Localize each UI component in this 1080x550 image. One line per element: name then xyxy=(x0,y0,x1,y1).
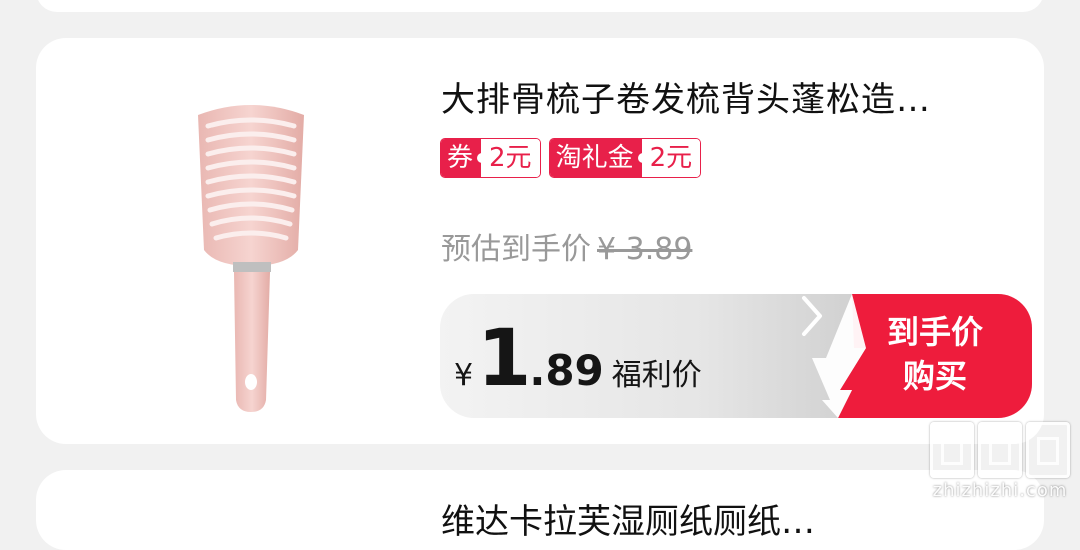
price-decimal: .89 xyxy=(529,346,604,395)
previous-product-card[interactable] xyxy=(36,0,1044,12)
watermark: zhizhizhi.com xyxy=(930,422,1070,501)
estimated-price-label: 预估到手价 xyxy=(441,232,591,267)
next-product-card[interactable]: 维达卡拉芙湿厕纸厕纸… xyxy=(36,470,1044,550)
deal-price: ¥ 1 .89 福利价 xyxy=(454,314,702,404)
price-integer: 1 xyxy=(477,314,531,404)
coupon-tag: 券 2元 xyxy=(440,138,541,178)
buy-button[interactable]: 到手价 购买 xyxy=(800,294,1032,418)
estimated-price: 预估到手价 ¥ 3.89 xyxy=(441,224,692,268)
product-title[interactable]: 大排骨梳子卷发梳背头蓬松造… xyxy=(441,72,1016,121)
buy-button-line1: 到手价 xyxy=(886,313,983,351)
next-product-title[interactable]: 维达卡拉芙湿厕纸厕纸… xyxy=(441,494,815,543)
product-card[interactable]: 大排骨梳子卷发梳背头蓬松造… 券 2元 淘礼金 2元 预估到手价 ¥ 3.89 ¥… xyxy=(36,38,1044,444)
buy-button-line2: 购买 xyxy=(902,357,967,395)
product-image[interactable] xyxy=(186,100,316,420)
gift-money-tag: 淘礼金 2元 xyxy=(548,138,702,178)
price-label: 福利价 xyxy=(611,358,702,393)
chevron-right-icon xyxy=(802,296,822,336)
coupon-tag-value: 2元 xyxy=(481,139,540,177)
original-price: ¥ 3.89 xyxy=(597,232,693,267)
gift-money-tag-value: 2元 xyxy=(641,139,701,177)
watermark-site: zhizhizhi.com xyxy=(932,480,1068,501)
gift-money-tag-label: 淘礼金 xyxy=(549,139,648,177)
promo-tags: 券 2元 淘礼金 2元 xyxy=(440,138,702,178)
watermark-logo-icon xyxy=(930,422,1070,478)
buy-bar[interactable]: ¥ 1 .89 福利价 到手价 购买 xyxy=(440,294,1032,418)
coupon-tag-label: 券 xyxy=(441,139,488,177)
currency-symbol: ¥ xyxy=(454,358,474,393)
